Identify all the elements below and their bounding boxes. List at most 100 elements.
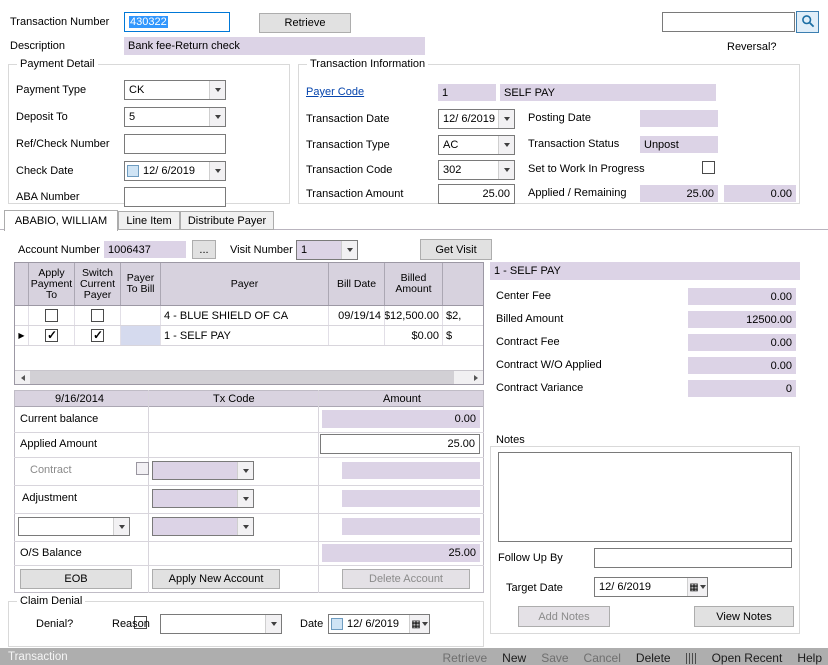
menu-open-recent[interactable]: Open Recent bbox=[712, 651, 783, 665]
posting-date-field bbox=[640, 110, 718, 127]
chevron-down-icon[interactable] bbox=[113, 518, 129, 535]
follow-up-by-label: Follow Up By bbox=[498, 552, 563, 565]
eob-button[interactable]: EOB bbox=[20, 569, 132, 589]
apply-payment-checkbox[interactable] bbox=[45, 329, 58, 342]
table-row-selected[interactable]: ▶ 1 - SELF PAY $0.00 $ bbox=[15, 326, 483, 346]
apply-payment-checkbox[interactable] bbox=[45, 309, 58, 322]
scrollbar-thumb[interactable] bbox=[30, 371, 454, 384]
retrieve-button[interactable]: Retrieve bbox=[259, 13, 351, 33]
transaction-date-picker[interactable]: 12/ 6/2019 bbox=[438, 109, 515, 129]
chevron-down-icon[interactable] bbox=[237, 490, 253, 507]
ref-check-number-input[interactable] bbox=[124, 134, 226, 154]
chevron-down-icon[interactable] bbox=[265, 615, 281, 633]
menu-retrieve[interactable]: Retrieve bbox=[442, 651, 487, 665]
follow-up-by-input[interactable] bbox=[594, 548, 792, 568]
get-visit-button[interactable]: Get Visit bbox=[420, 239, 492, 260]
grid-line bbox=[148, 390, 149, 593]
contract-wo-applied-field: 0.00 bbox=[688, 357, 796, 374]
col-apply-payment-to[interactable]: Apply Payment To bbox=[29, 263, 75, 305]
billed-amount-cell: $0.00 bbox=[385, 326, 443, 345]
col-bill-date[interactable]: Bill Date bbox=[329, 263, 385, 305]
search-button[interactable] bbox=[796, 11, 819, 33]
notes-textarea[interactable] bbox=[498, 452, 792, 542]
chevron-down-icon[interactable] bbox=[209, 108, 225, 126]
contract-code-select[interactable] bbox=[152, 461, 254, 480]
chevron-down-icon[interactable] bbox=[209, 81, 225, 99]
menu-save[interactable]: Save bbox=[541, 651, 568, 665]
visit-number-select[interactable]: 1 bbox=[296, 240, 358, 260]
col-payer[interactable]: Payer bbox=[161, 263, 329, 305]
chevron-down-icon[interactable] bbox=[498, 110, 514, 128]
chevron-down-icon[interactable] bbox=[237, 462, 253, 479]
deposit-to-label: Deposit To bbox=[16, 111, 68, 124]
menu-delete[interactable]: Delete bbox=[636, 651, 671, 665]
calendar-icon[interactable]: ▦ bbox=[409, 615, 429, 633]
contract-checkbox[interactable] bbox=[136, 462, 149, 475]
col-switch-current-payer[interactable]: Switch Current Payer bbox=[75, 263, 121, 305]
posting-date-label: Posting Date bbox=[528, 112, 591, 125]
applied-amount-input[interactable]: 25.00 bbox=[320, 434, 480, 454]
reason-label: Reason bbox=[112, 618, 150, 631]
payer-code-link[interactable]: Payer Code bbox=[306, 86, 364, 99]
denial-date-checkbox[interactable] bbox=[331, 618, 343, 630]
aba-number-input[interactable] bbox=[124, 187, 226, 207]
menu-new[interactable]: New bbox=[502, 651, 526, 665]
transaction-type-select[interactable]: AC bbox=[438, 135, 515, 155]
add-notes-button[interactable]: Add Notes bbox=[518, 606, 610, 627]
tab-distribute-payer[interactable]: Distribute Payer bbox=[180, 211, 274, 230]
contract-amount-field bbox=[342, 462, 480, 479]
description-label: Description bbox=[10, 40, 65, 53]
payment-detail-title: Payment Detail bbox=[17, 58, 98, 71]
menu-cancel[interactable]: Cancel bbox=[584, 651, 621, 665]
chevron-down-icon[interactable] bbox=[209, 162, 225, 180]
payment-type-select[interactable]: CK bbox=[124, 80, 226, 100]
payer-cell: 4 - BLUE SHIELD OF CA bbox=[161, 306, 329, 325]
calendar-icon[interactable]: ▦ bbox=[687, 578, 707, 596]
payment-type-label: Payment Type bbox=[16, 84, 86, 97]
current-balance-label: Current balance bbox=[20, 413, 98, 426]
chevron-down-icon[interactable] bbox=[341, 241, 357, 259]
transaction-number-value: 430322 bbox=[129, 16, 168, 28]
chevron-down-icon[interactable] bbox=[498, 136, 514, 154]
grid-line bbox=[14, 513, 484, 514]
footer-menu: Retrieve New Save Cancel Delete Open Rec… bbox=[442, 651, 822, 665]
col-payer-to-bill[interactable]: Payer To Bill bbox=[121, 263, 161, 305]
transaction-number-input[interactable]: 430322 bbox=[124, 12, 230, 32]
scroll-right-icon[interactable] bbox=[468, 371, 483, 384]
bill-date-cell bbox=[329, 326, 385, 345]
extra-type-select[interactable] bbox=[18, 517, 130, 536]
check-date-picker[interactable]: 12/ 6/2019 bbox=[124, 161, 226, 181]
payer-grid: Apply Payment To Switch Current Payer Pa… bbox=[14, 262, 484, 385]
payer-name-field: SELF PAY bbox=[500, 84, 716, 101]
target-date-picker[interactable]: 12/ 6/2019 ▦ bbox=[594, 577, 708, 597]
adjustment-code-select[interactable] bbox=[152, 489, 254, 508]
account-browse-button[interactable]: ... bbox=[192, 240, 216, 259]
deposit-to-select[interactable]: 5 bbox=[124, 107, 226, 127]
switch-payer-checkbox[interactable] bbox=[91, 309, 104, 322]
horizontal-scrollbar[interactable] bbox=[15, 370, 483, 384]
chevron-down-icon[interactable] bbox=[498, 161, 514, 179]
chevron-down-icon[interactable] bbox=[237, 518, 253, 535]
adjustment-label: Adjustment bbox=[22, 492, 77, 505]
scroll-left-icon[interactable] bbox=[15, 371, 30, 384]
transaction-code-select[interactable]: 302 bbox=[438, 160, 515, 180]
apply-new-account-button[interactable]: Apply New Account bbox=[152, 569, 280, 589]
menu-help[interactable]: Help bbox=[797, 651, 822, 665]
tab-line-item[interactable]: Line Item bbox=[118, 211, 180, 230]
table-row[interactable]: 4 - BLUE SHIELD OF CA 09/19/14 $12,500.0… bbox=[15, 306, 483, 326]
view-notes-button[interactable]: View Notes bbox=[694, 606, 794, 627]
tab-patient[interactable]: ABABIO, WILLIAM bbox=[4, 210, 118, 231]
transaction-amount-input[interactable]: 25.00 bbox=[438, 184, 515, 204]
applied-amount-label: Applied Amount bbox=[20, 438, 97, 451]
reason-select[interactable] bbox=[160, 614, 282, 634]
grid-line bbox=[14, 541, 484, 542]
extra-code-select[interactable] bbox=[152, 517, 254, 536]
status-bar-text: Transaction bbox=[8, 651, 68, 663]
denial-date-picker[interactable]: 12/ 6/2019 ▦ bbox=[328, 614, 430, 634]
wip-checkbox[interactable] bbox=[702, 161, 715, 174]
delete-account-button[interactable]: Delete Account bbox=[342, 569, 470, 589]
col-billed-amount[interactable]: Billed Amount bbox=[385, 263, 443, 305]
search-input[interactable] bbox=[662, 12, 795, 32]
check-date-checkbox[interactable] bbox=[127, 165, 139, 177]
switch-payer-checkbox[interactable] bbox=[91, 329, 104, 342]
